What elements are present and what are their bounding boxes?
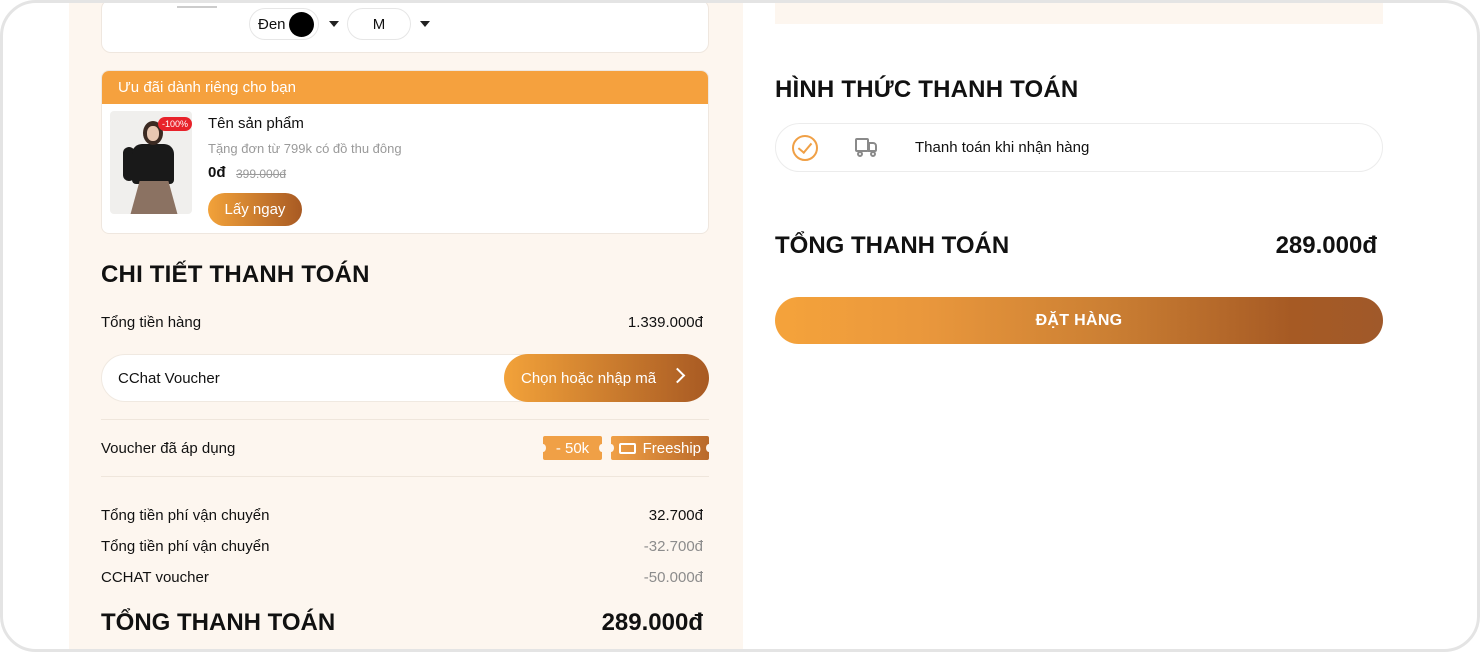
summary-total-value: 289.000đ — [1275, 232, 1377, 259]
divider — [101, 419, 709, 420]
payment-option-cod[interactable]: Thanh toán khi nhận hàng — [775, 123, 1383, 172]
size-select-value: M — [372, 15, 386, 33]
select-voucher-label: Chọn hoặc nhập mã — [521, 369, 657, 387]
subtotal-label: Tổng tiền hàng — [101, 314, 202, 331]
shipping-fee-value: 32.700đ — [648, 507, 703, 524]
truck-icon — [855, 138, 879, 158]
offer-product-description: Tặng đơn từ 799k có đồ thu đông — [208, 141, 402, 156]
exclusive-offer-card: Ưu đãi dành riêng cho bạn -100% Tên sản … — [101, 70, 709, 234]
payment-method-title: HÌNH THỨC THANH TOÁN — [775, 76, 1079, 103]
summary-total-label: TỔNG THANH TOÁN — [775, 232, 1010, 259]
voucher-row: CChat Voucher Chọn hoặc nhập mã — [101, 354, 709, 402]
chevron-down-icon[interactable] — [420, 21, 430, 27]
cart-item-thumbnail — [177, 3, 217, 8]
divider — [101, 476, 709, 477]
color-swatch — [289, 12, 314, 37]
applied-voucher-label: Voucher đã áp dụng — [101, 440, 236, 457]
offer-product-price: 0đ — [208, 164, 226, 181]
shipping-discount-value: -32.700đ — [643, 538, 703, 555]
payment-details-title: CHI TIẾT THANH TOÁN — [101, 261, 370, 288]
cchat-voucher-value: -50.000đ — [643, 569, 703, 586]
shipping-discount-label: Tổng tiền phí vận chuyển — [101, 538, 270, 555]
color-select[interactable]: Đen — [249, 8, 319, 40]
voucher-tag-discount[interactable]: - 50k — [540, 436, 605, 460]
discount-badge: -100% — [158, 117, 193, 131]
select-voucher-button[interactable]: Chọn hoặc nhập mã — [504, 354, 709, 402]
details-total-value: 289.000đ — [601, 609, 703, 636]
cchat-voucher-label: CCHAT voucher — [101, 569, 209, 586]
voucher-tag-discount-text: - 50k — [555, 439, 590, 457]
offer-product-name: Tên sản phẩm — [208, 115, 304, 132]
voucher-tag-freeship[interactable]: Freeship — [608, 436, 712, 460]
shipping-fee-label: Tổng tiền phí vận chuyển — [101, 507, 270, 524]
chevron-down-icon[interactable] — [329, 21, 339, 27]
place-order-button[interactable]: ĐẶT HÀNG — [775, 297, 1383, 344]
offer-product-old-price: 399.000đ — [236, 167, 287, 181]
app-frame: Đen M Ưu đãi dành riêng cho bạn -100% Tê… — [0, 0, 1480, 652]
voucher-label: CChat Voucher — [118, 370, 220, 387]
right-panel-top-strip — [775, 3, 1383, 24]
details-total-label: TỔNG THANH TOÁN — [101, 609, 336, 636]
size-select[interactable]: M — [347, 8, 411, 40]
subtotal-value: 1.339.000đ — [627, 314, 703, 331]
chevron-right-icon — [669, 367, 686, 384]
offer-header: Ưu đãi dành riêng cho bạn — [102, 71, 708, 104]
color-select-value: Đen — [258, 15, 286, 33]
voucher-tag-freeship-text: Freeship — [642, 439, 701, 457]
check-circle-icon — [792, 135, 818, 161]
truck-icon — [619, 442, 636, 454]
claim-offer-button[interactable]: Lấy ngay — [208, 193, 302, 226]
payment-option-label: Thanh toán khi nhận hàng — [915, 139, 1090, 156]
